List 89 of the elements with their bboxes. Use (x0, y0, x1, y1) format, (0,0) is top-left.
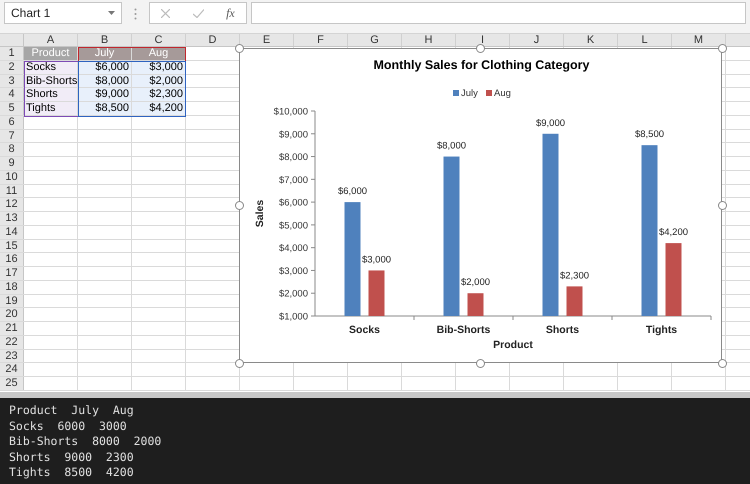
row-header[interactable]: 13 (0, 212, 24, 225)
data-label: $8,000 (436, 140, 466, 152)
y-tick-label: $8,000 (278, 152, 308, 164)
dropdown-caret-icon (108, 11, 115, 15)
table-cell[interactable]: $8,500 (78, 102, 132, 115)
row-header[interactable]: 11 (0, 184, 24, 198)
bar (566, 286, 582, 316)
row-header[interactable]: 15 (0, 240, 24, 252)
console-line: Socks 6000 3000 (9, 418, 128, 434)
formula-input[interactable] (251, 2, 746, 24)
category-label: Bib-Shorts (436, 324, 490, 336)
y-tick-label: $5,000 (278, 220, 308, 232)
x-axis-title: Product (493, 339, 533, 351)
row-header[interactable]: 7 (0, 130, 24, 142)
y-tick-label: $10,000 (274, 106, 308, 118)
row-header[interactable]: 20 (0, 308, 24, 321)
row-header[interactable]: 14 (0, 226, 24, 238)
data-label: $8,500 (634, 129, 664, 140)
table-cell[interactable]: $2,000 (132, 74, 186, 88)
chart-area[interactable] (239, 48, 722, 363)
y-tick-label: $2,000 (278, 288, 308, 300)
row-header[interactable]: 3 (0, 74, 24, 88)
bar (468, 293, 484, 316)
y-axis-title: Sales (254, 200, 266, 228)
y-tick-label: $4,000 (278, 243, 308, 254)
column-header[interactable]: J (510, 34, 564, 46)
table-cell[interactable]: $2,300 (132, 88, 186, 101)
row-header[interactable]: 6 (0, 116, 24, 128)
console-line: Bib-Shorts 8000 2000 (9, 434, 162, 450)
console-line: Product July Aug (9, 403, 135, 418)
legend-label: July (461, 88, 478, 99)
y-tick-label: $1,000 (278, 312, 308, 322)
grip-icon (134, 8, 137, 20)
y-tick-label: $3,000 (278, 266, 308, 277)
category-label: Socks (349, 324, 380, 336)
category-label: Tights (646, 324, 678, 336)
column-header[interactable]: G (348, 34, 402, 46)
name-box[interactable]: Chart 1 (4, 2, 122, 24)
row-header[interactable]: 1 (0, 47, 24, 60)
table-cell[interactable]: Bib-Shorts (24, 74, 78, 88)
row-header[interactable]: 22 (0, 336, 24, 348)
column-header[interactable]: B (78, 34, 132, 46)
data-label: $3,000 (362, 254, 392, 266)
row-header[interactable]: 16 (0, 253, 24, 266)
table-cell[interactable]: Tights (24, 102, 78, 115)
column-header[interactable]: L (618, 34, 672, 46)
row-header[interactable]: 17 (0, 267, 24, 280)
table-cell[interactable]: $8,000 (78, 74, 132, 88)
data-label: $2,000 (460, 277, 490, 288)
resize-handle[interactable] (234, 201, 244, 210)
y-tick-label: $6,000 (278, 198, 308, 209)
row-header[interactable]: 19 (0, 294, 24, 308)
row-header[interactable]: 4 (0, 88, 24, 101)
cancel-icon[interactable] (161, 8, 170, 18)
resize-handle[interactable] (234, 358, 244, 368)
column-header[interactable]: K (564, 34, 618, 46)
bar (368, 270, 384, 316)
row-header[interactable]: 10 (0, 170, 24, 184)
row-header[interactable]: 8 (0, 143, 24, 156)
data-label: $4,200 (658, 227, 688, 238)
column-header[interactable]: A (24, 34, 78, 46)
row-header[interactable]: 9 (0, 157, 24, 170)
column-header[interactable]: H (402, 34, 456, 46)
row-header[interactable]: 25 (0, 377, 24, 390)
console-line: Tights 8500 4200 (9, 465, 135, 480)
y-tick-label: $9,000 (278, 129, 308, 140)
table-cell[interactable]: $9,000 (78, 88, 132, 101)
console-line: Shorts 9000 2300 (9, 450, 135, 465)
row-header[interactable]: 12 (0, 198, 24, 211)
row-header[interactable]: 21 (0, 322, 24, 335)
table-cell[interactable]: $4,200 (132, 102, 186, 115)
row-header[interactable]: 23 (0, 350, 24, 362)
column-header[interactable]: C (132, 34, 186, 46)
table-cell[interactable]: Shorts (24, 88, 78, 101)
row-header[interactable]: 5 (0, 102, 24, 115)
data-label: $6,000 (338, 186, 368, 198)
row-header[interactable]: 2 (0, 60, 24, 74)
row-header[interactable]: 24 (0, 363, 24, 376)
checkmark-icon[interactable] (192, 8, 204, 18)
insert-function-button[interactable]: fx (226, 4, 235, 22)
data-label: $9,000 (536, 118, 566, 129)
horizontal-scrollbar[interactable] (0, 392, 750, 398)
category-label: Shorts (546, 324, 580, 336)
row-header[interactable]: 18 (0, 280, 24, 294)
column-header[interactable]: F (294, 34, 348, 46)
y-tick-label: $7,000 (278, 174, 308, 186)
chart-title: Monthly Sales for Clothing Category (374, 58, 590, 72)
data-label: $2,300 (560, 270, 590, 282)
legend-label: Aug (494, 88, 511, 99)
